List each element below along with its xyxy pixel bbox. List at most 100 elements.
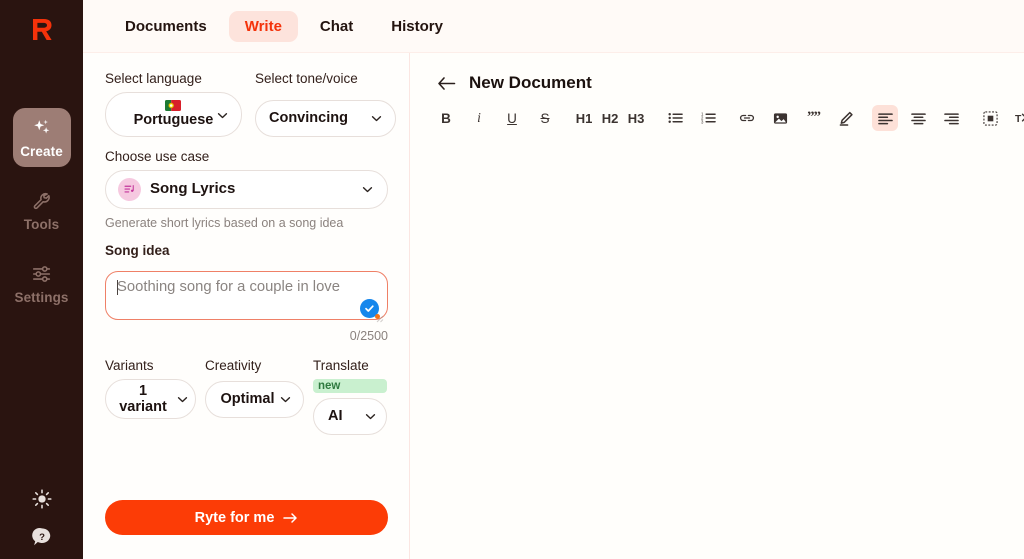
sidebar-item-label: Settings: [14, 290, 69, 305]
ryte-for-me-label: Ryte for me: [194, 509, 275, 526]
content-split: Select language Portuguese Select tone/v…: [83, 53, 1024, 559]
ryte-r-logo-icon: [32, 19, 52, 40]
image-button[interactable]: [767, 105, 793, 131]
translate-value: AI: [328, 408, 343, 425]
sidebar-item-label: Tools: [23, 217, 60, 232]
language-value: Portuguese: [133, 112, 214, 129]
variants-field: Variants 1 variant: [105, 358, 196, 419]
image-icon: [773, 113, 787, 124]
song-idea-field: Song idea 0/250: [105, 243, 388, 343]
sidebar-item-create[interactable]: Create: [12, 108, 71, 167]
align-left-button[interactable]: [872, 105, 898, 131]
underline-button[interactable]: U: [499, 105, 525, 131]
svg-text:T: T: [1015, 114, 1022, 125]
question-bubble-icon: ?: [31, 527, 50, 546]
creativity-value: Optimal: [220, 391, 275, 408]
sidebar-nav: Create Tools Settings: [0, 108, 83, 327]
creativity-select[interactable]: Optimal: [205, 381, 304, 418]
heading-2-button[interactable]: H2: [597, 105, 623, 131]
document-title[interactable]: New Document: [469, 73, 592, 93]
chevron-down-icon: [371, 116, 382, 122]
wrench-icon: [33, 192, 50, 210]
song-idea-input[interactable]: [105, 271, 388, 320]
top-tab-bar: Documents Write Chat History: [83, 0, 1024, 53]
sun-icon: [31, 489, 52, 509]
heading-1-button[interactable]: H1: [571, 105, 597, 131]
portugal-flag-icon: [165, 100, 182, 112]
variants-label: Variants: [105, 358, 154, 373]
align-center-icon: [910, 112, 926, 124]
ryte-for-me-button[interactable]: Ryte for me: [105, 500, 388, 535]
tab-documents[interactable]: Documents: [109, 11, 223, 42]
language-select[interactable]: Portuguese: [105, 92, 242, 137]
editor-toolbar: B i U S H1 H2 H3 1 2 3 ” ” T: [424, 93, 1024, 131]
usecase-field: Choose use case Song Lyrics Generate sho…: [105, 149, 388, 230]
song-lyrics-icon: [118, 178, 141, 201]
variants-creativity-translate-row: Variants 1 variant Creativity Optimal Tr…: [105, 358, 387, 435]
strikethrough-button[interactable]: S: [532, 105, 558, 131]
link-icon: [739, 114, 755, 122]
document-editor-panel: New Document B i U S H1 H2 H3 1 2 3 ” ” …: [410, 53, 1024, 559]
variants-select[interactable]: 1 variant: [105, 379, 196, 419]
clear-formatting-button[interactable]: T: [1010, 105, 1024, 131]
numbered-list-icon: 123: [701, 112, 716, 124]
app-root: Create Tools Settings ? Documents Write …: [0, 0, 1024, 559]
chevron-down-icon: [177, 396, 188, 402]
usecase-helper-text: Generate short lyrics based on a song id…: [105, 216, 344, 230]
pen-icon: [839, 111, 853, 126]
tone-label: Select tone/voice: [255, 71, 358, 86]
bulleted-list-icon: [667, 113, 683, 123]
align-right-icon: [943, 112, 959, 124]
back-arrow-icon[interactable]: [437, 76, 456, 91]
tab-chat[interactable]: Chat: [304, 11, 369, 42]
tab-history[interactable]: History: [375, 11, 459, 42]
frame-icon: [982, 110, 998, 126]
usecase-label: Choose use case: [105, 149, 210, 164]
align-right-button[interactable]: [938, 105, 964, 131]
language-field: Select language Portuguese: [105, 71, 242, 137]
insert-block-button[interactable]: [977, 105, 1003, 131]
usecase-select[interactable]: Song Lyrics: [105, 170, 388, 209]
align-center-button[interactable]: [905, 105, 931, 131]
resize-handle-icon[interactable]: [375, 314, 384, 323]
language-select-content: Portuguese: [133, 100, 214, 129]
usecase-value: Song Lyrics: [150, 180, 236, 198]
text-caret: [117, 280, 119, 295]
highlight-pen-button[interactable]: [833, 105, 859, 131]
italic-button[interactable]: i: [466, 105, 492, 131]
sidebar-item-settings[interactable]: Settings: [13, 254, 71, 313]
clear-format-icon: T: [1015, 113, 1024, 125]
bold-button[interactable]: B: [433, 105, 459, 131]
generator-form-panel: Select language Portuguese Select tone/v…: [83, 53, 410, 559]
app-logo[interactable]: [0, 8, 83, 50]
align-left-icon: [877, 112, 893, 124]
language-label: Select language: [105, 71, 202, 86]
help-button[interactable]: ?: [30, 525, 54, 549]
chevron-down-icon: [362, 187, 373, 193]
svg-text:?: ?: [39, 532, 45, 543]
creativity-label: Creativity: [205, 358, 262, 373]
quote-icon: ””: [806, 111, 821, 125]
translate-select[interactable]: AI: [313, 398, 387, 435]
tone-field: Select tone/voice Convincing: [255, 71, 396, 137]
heading-3-button[interactable]: H3: [623, 105, 649, 131]
sidebar-rail: Create Tools Settings ?: [0, 0, 83, 559]
chevron-down-icon: [365, 414, 376, 420]
tab-write[interactable]: Write: [228, 10, 298, 42]
tone-select[interactable]: Convincing: [255, 100, 396, 137]
numbered-list-button[interactable]: 123: [695, 105, 721, 131]
new-badge: new: [313, 379, 387, 393]
chevron-down-icon: [281, 397, 291, 403]
song-idea-input-wrap: [105, 271, 388, 325]
bulleted-list-button[interactable]: [662, 105, 688, 131]
theme-toggle-button[interactable]: [30, 487, 54, 511]
svg-text:”: ”: [813, 111, 821, 125]
translate-label: Translate: [313, 358, 369, 373]
tone-value: Convincing: [269, 110, 348, 127]
sidebar-bottom-actions: ?: [0, 487, 83, 549]
link-button[interactable]: [734, 105, 760, 131]
quote-button[interactable]: ””: [800, 105, 826, 131]
song-lyrics-glyph-icon: [124, 185, 134, 193]
song-idea-label: Song idea: [105, 243, 170, 258]
sidebar-item-tools[interactable]: Tools: [13, 181, 71, 240]
